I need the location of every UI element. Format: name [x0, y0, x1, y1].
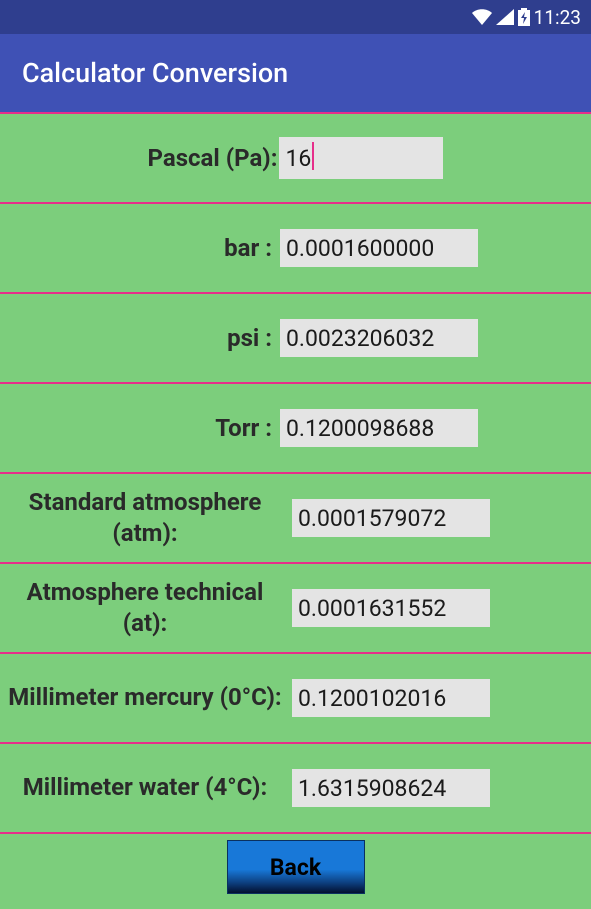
row-bar: bar : 0.0001600000	[0, 202, 591, 292]
row-pascal: Pascal (Pa): 16	[0, 112, 591, 202]
label-atm: Standard atmosphere (atm):	[6, 487, 286, 549]
footer: Back	[0, 832, 591, 904]
app-bar: Calculator Conversion	[0, 34, 591, 112]
input-pascal[interactable]: 16	[279, 137, 443, 179]
output-torr: 0.1200098688	[280, 409, 478, 447]
output-at: 0.0001631552	[292, 589, 490, 627]
row-psi: psi : 0.0023206032	[0, 292, 591, 382]
label-mmhg: Millimeter mercury (0°C):	[6, 682, 286, 713]
output-bar: 0.0001600000	[280, 229, 478, 267]
input-pascal-value: 16	[285, 145, 311, 172]
label-torr: Torr :	[6, 414, 276, 442]
row-mmh2o: Millimeter water (4°C): 1.6315908624	[0, 742, 591, 832]
label-bar: bar :	[6, 234, 276, 262]
label-pascal: Pascal (Pa):	[148, 144, 280, 172]
output-atm: 0.0001579072	[292, 499, 490, 537]
wifi-icon	[472, 9, 492, 25]
signal-icon	[496, 9, 514, 25]
status-time: 11:23	[534, 6, 581, 29]
row-torr: Torr : 0.1200098688	[0, 382, 591, 472]
status-bar: 11:23	[0, 0, 591, 34]
label-at: Atmosphere technical (at):	[6, 577, 286, 639]
row-atm: Standard atmosphere (atm): 0.0001579072	[0, 472, 591, 562]
row-mmhg: Millimeter mercury (0°C): 0.1200102016	[0, 652, 591, 742]
output-mmh2o: 1.6315908624	[292, 769, 490, 807]
conversion-list: Pascal (Pa): 16 bar : 0.0001600000 psi :…	[0, 112, 591, 904]
output-mmhg: 0.1200102016	[292, 679, 490, 717]
label-mmh2o: Millimeter water (4°C):	[6, 772, 286, 803]
battery-charging-icon	[518, 8, 530, 26]
output-psi: 0.0023206032	[280, 319, 478, 357]
text-cursor	[312, 142, 314, 170]
row-at: Atmosphere technical (at): 0.0001631552	[0, 562, 591, 652]
back-button[interactable]: Back	[227, 840, 365, 894]
page-title: Calculator Conversion	[22, 57, 288, 89]
label-psi: psi :	[6, 324, 276, 352]
